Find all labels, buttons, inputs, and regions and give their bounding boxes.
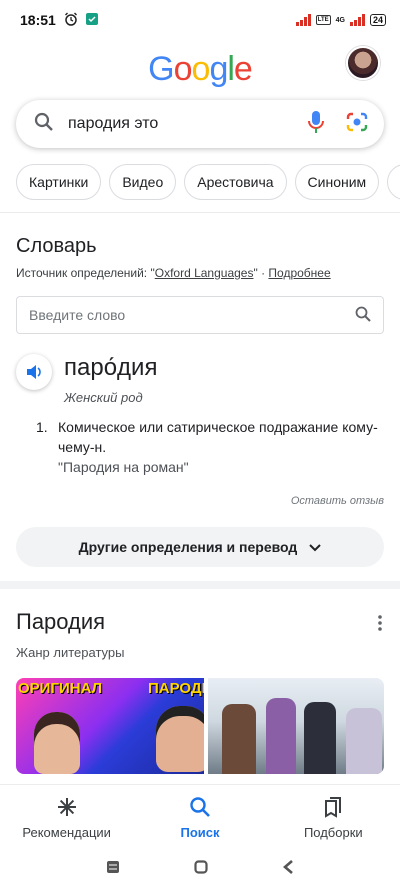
parody-image-2[interactable] [207, 678, 384, 774]
definition-text: Комическое или сатирическое подражание к… [58, 419, 378, 455]
logo-letter: o [191, 49, 211, 88]
dictionary-title: Словарь [16, 235, 97, 257]
status-bar: 18:51 LTE 4G 24 [0, 0, 400, 40]
chip-video[interactable]: Видео [109, 164, 177, 200]
signal-icon-2 [349, 14, 365, 26]
google-header: Google [0, 40, 400, 98]
system-navigation [0, 850, 400, 889]
dictionary-card: Словарь Источник определений: "Oxford La… [0, 213, 400, 567]
nav-label: Рекомендации [22, 824, 111, 840]
avatar[interactable] [346, 46, 380, 80]
chip-arestovich[interactable]: Арестовича [184, 164, 287, 200]
section-divider [0, 581, 400, 589]
nav-recommendations[interactable]: Рекомендации [7, 796, 127, 840]
image-text-parody: ПАРОДИ [148, 680, 204, 697]
dictionary-word: паро́дия [64, 354, 158, 381]
word-gender: Женский род [64, 390, 143, 405]
bookmarks-icon [322, 796, 344, 821]
search-icon [189, 796, 211, 821]
source-suffix: " · [253, 266, 269, 280]
alarm-icon [64, 12, 78, 29]
definition-example: "Пародия на роман" [58, 459, 189, 475]
nav-label: Подборки [303, 824, 363, 840]
image-strip: ОРИГИНАЛ ПАРОДИ [16, 678, 384, 774]
lte-badge: LTE [315, 15, 331, 25]
microphone-icon[interactable] [308, 110, 324, 139]
image-person [156, 706, 204, 772]
app-notification-icon [85, 12, 98, 28]
status-time: 18:51 [20, 12, 56, 28]
lens-camera-icon[interactable] [346, 111, 368, 138]
logo-letter: G [148, 49, 174, 88]
feedback-link[interactable]: Оставить отзыв [16, 495, 384, 507]
battery-icon: 24 [369, 14, 386, 26]
source-prefix: Источник определений: " [16, 266, 155, 280]
kp-subtitle: Жанр литературы [16, 645, 125, 660]
word-entry: паро́дия Женский род [16, 354, 384, 405]
dictionary-source: Источник определений: "Oxford Languages"… [16, 266, 384, 280]
kp-title: Пародия [16, 609, 106, 634]
search-icon [34, 112, 54, 137]
more-details-link[interactable]: Подробнее [268, 266, 330, 280]
definition-number: 1. [36, 419, 48, 435]
dictionary-input[interactable]: Введите слово [16, 296, 384, 334]
google-logo[interactable]: Google [148, 49, 253, 89]
knowledge-panel: Пародия Жанр литературы ОРИГИНАЛ ПАРОДИ [0, 589, 400, 774]
nav-search[interactable]: Поиск [140, 796, 260, 840]
chevron-down-icon [309, 539, 322, 555]
nav-label: Поиск [180, 824, 220, 840]
image-person [34, 712, 80, 774]
chip-more[interactable]: П [387, 164, 400, 200]
network-type: 4G [335, 16, 345, 24]
search-input[interactable]: пародия это [68, 115, 308, 133]
recent-apps-icon[interactable] [106, 860, 120, 879]
more-definitions-label: Другие определения и перевод [78, 539, 298, 555]
signal-icon [295, 14, 311, 26]
logo-letter: g [209, 49, 228, 88]
dictionary-input-placeholder: Введите слово [29, 307, 126, 323]
back-icon[interactable] [282, 860, 294, 879]
parody-image-1[interactable]: ОРИГИНАЛ ПАРОДИ [16, 678, 204, 774]
speaker-icon[interactable] [16, 354, 52, 390]
search-icon[interactable] [355, 306, 371, 325]
bottom-navigation: Рекомендации Поиск Подборки [0, 784, 400, 850]
home-icon[interactable] [194, 860, 208, 879]
chip-synonym[interactable]: Синоним [294, 164, 380, 200]
nav-collections[interactable]: Подборки [273, 796, 393, 840]
oxford-languages-link[interactable]: Oxford Languages [155, 266, 254, 280]
asterisk-icon [56, 796, 78, 821]
logo-letter: e [233, 49, 253, 88]
search-bar[interactable]: пародия это [16, 100, 384, 148]
filter-chips: Картинки Видео Арестовича Синоним П [16, 164, 400, 200]
definition-item: 1. Комическое или сатирическое подражани… [16, 417, 384, 477]
image-text-original: ОРИГИНАЛ [18, 680, 103, 697]
more-definitions-button[interactable]: Другие определения и перевод [16, 527, 384, 567]
chip-images[interactable]: Картинки [16, 164, 102, 200]
logo-letter: o [173, 49, 193, 88]
more-options-icon[interactable] [378, 615, 382, 636]
